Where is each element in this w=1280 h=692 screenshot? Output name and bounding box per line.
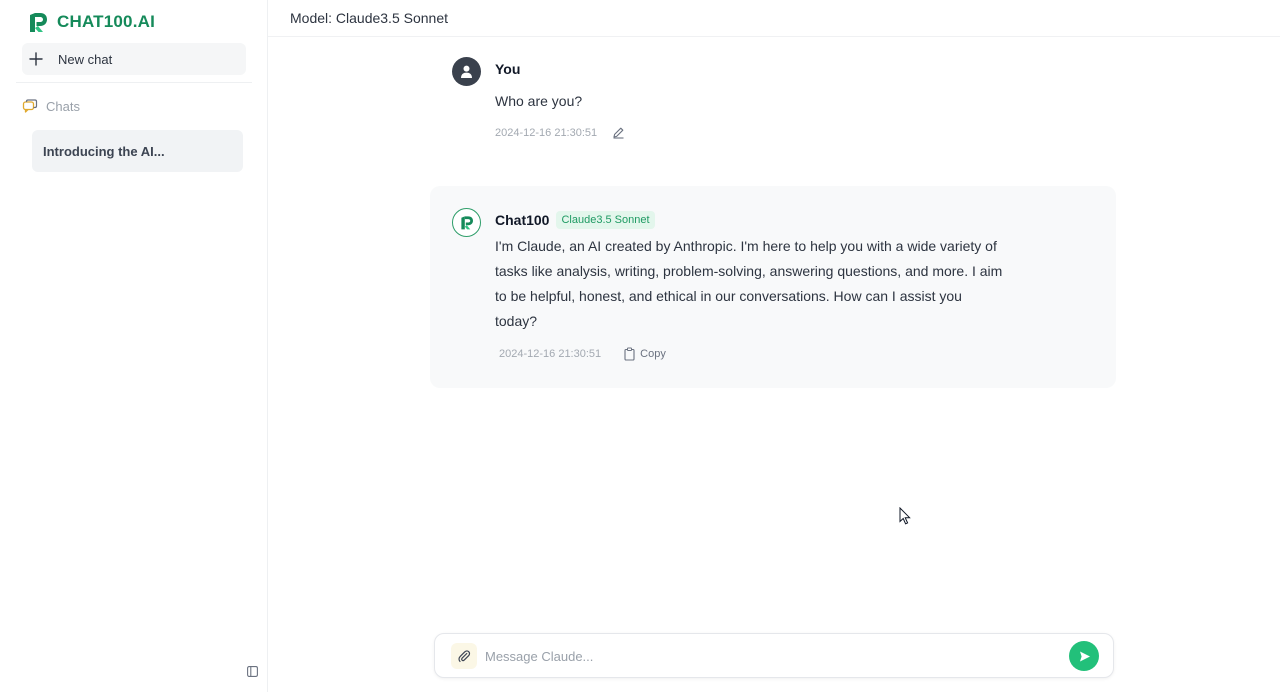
model-title: Model: Claude3.5 Sonnet <box>290 10 448 26</box>
sidebar-divider <box>16 82 252 83</box>
conversation-item[interactable]: Introducing the AI... <box>32 130 243 172</box>
brand-name: CHAT100.AI <box>57 12 156 31</box>
chat-header: Model: Claude3.5 Sonnet <box>268 0 1280 37</box>
conversation-title: Introducing the AI... <box>43 143 165 159</box>
chat100-logo-icon <box>30 13 47 32</box>
chat100-logo-icon <box>461 216 473 230</box>
sidebar: CHAT100.AI New chat Chats Introducing th… <box>0 0 268 692</box>
chat-bubbles-icon <box>22 99 38 113</box>
user-message-meta: 2024-12-16 21:30:51 <box>495 126 625 139</box>
paperclip-icon <box>458 650 471 663</box>
collapse-sidebar-button[interactable] <box>243 662 261 680</box>
avatar-user-icon <box>461 65 472 78</box>
new-chat-button[interactable]: New chat <box>22 43 246 75</box>
chats-label: Chats <box>46 98 80 114</box>
chats-section-header: Chats <box>22 98 80 114</box>
send-icon <box>1079 651 1090 661</box>
copy-label: Copy <box>640 348 666 360</box>
assistant-avatar <box>452 208 481 237</box>
assistant-message-timestamp: 2024-12-16 21:30:51 <box>499 348 602 360</box>
brand[interactable]: CHAT100.AI <box>27 11 155 33</box>
copy-button[interactable]: Copy <box>623 347 666 361</box>
copy-icon <box>624 347 635 361</box>
assistant-header: Chat100 Claude3.5 Sonnet <box>495 211 655 229</box>
user-message-text: Who are you? <box>495 93 583 109</box>
assistant-author: Chat100 <box>495 212 550 228</box>
user-author: You <box>495 61 521 77</box>
edit-icon[interactable] <box>612 126 625 139</box>
message-input[interactable] <box>485 645 1055 667</box>
send-button[interactable] <box>1069 641 1099 671</box>
new-chat-label: New chat <box>58 51 113 67</box>
sidebar-toggle-icon <box>246 665 258 677</box>
user-message-timestamp: 2024-12-16 21:30:51 <box>495 126 598 139</box>
model-badge: Claude3.5 Sonnet <box>556 211 655 229</box>
mouse-cursor-icon <box>899 507 911 525</box>
attach-button[interactable] <box>451 643 477 669</box>
plus-icon <box>29 52 43 66</box>
message-composer <box>434 633 1114 678</box>
assistant-message-text: I'm Claude, an AI created by Anthropic. … <box>495 238 1003 329</box>
app: CHAT100.AI New chat Chats Introducing th… <box>0 0 1280 692</box>
user-avatar <box>452 57 481 86</box>
assistant-message-meta: 2024-12-16 21:30:51 Copy <box>499 347 666 361</box>
